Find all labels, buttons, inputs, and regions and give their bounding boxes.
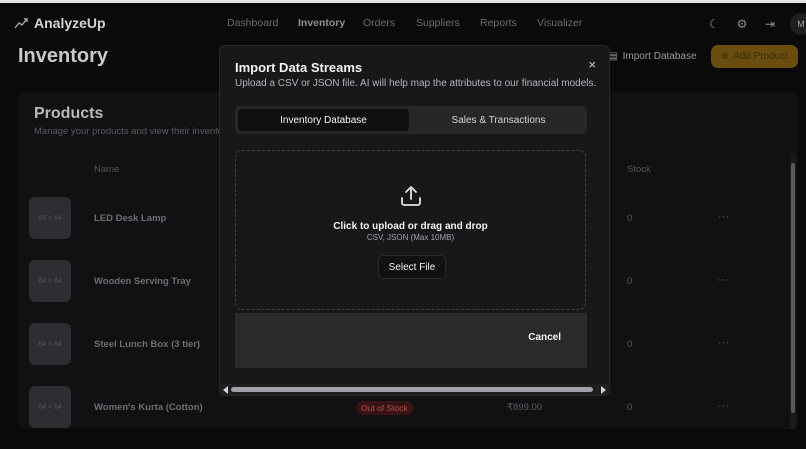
import-database-label: Import Database (622, 51, 697, 62)
products-title: Products (34, 105, 104, 122)
dropzone-file-types: CSV, JSON (Max 10MB) (366, 233, 455, 242)
column-header-name[interactable]: Name (94, 164, 119, 175)
import-database-button[interactable]: ▤ Import Database (608, 51, 696, 62)
nav-visualizer[interactable]: Visualizer (537, 17, 582, 29)
product-image-placeholder: 64 × 64 (29, 260, 71, 302)
more-icon[interactable]: ··· (718, 274, 729, 286)
nav-inventory[interactable]: Inventory (298, 17, 345, 29)
product-name: Steel Lunch Box (3 tier) (94, 339, 201, 350)
cancel-button[interactable]: Cancel (528, 332, 561, 343)
product-image-placeholder: 64 × 64 (29, 197, 71, 239)
product-stock: 0 (627, 276, 633, 287)
avatar[interactable]: M (790, 13, 806, 35)
moon-icon[interactable]: ☾ (706, 16, 722, 32)
scrollbar-thumb[interactable] (231, 387, 593, 392)
page-title: Inventory (18, 45, 109, 67)
column-header-stock[interactable]: Stock (627, 164, 651, 175)
more-icon[interactable]: ··· (718, 400, 729, 412)
nav-suppliers[interactable]: Suppliers (416, 17, 460, 29)
product-stock: 0 (627, 213, 633, 224)
scroll-left-arrow-icon[interactable] (223, 386, 228, 394)
top-nav: AnalyzeUp Dashboard Inventory Orders Sup… (0, 3, 806, 43)
tab-inventory-database[interactable]: Inventory Database (238, 109, 409, 131)
product-name: LED Desk Lamp (94, 213, 167, 224)
nav-reports[interactable]: Reports (480, 17, 517, 29)
product-stock: 0 (627, 339, 633, 350)
more-icon[interactable]: ··· (718, 211, 729, 223)
plus-icon: ⊕ (720, 51, 729, 62)
product-image-placeholder: 64 × 64 (29, 323, 71, 365)
nav-dashboard[interactable]: Dashboard (227, 17, 278, 29)
product-name: Wooden Serving Tray (94, 276, 191, 287)
header-actions: ▤ Import Database ⊕ Add Product (608, 45, 798, 68)
more-icon[interactable]: ··· (718, 337, 729, 349)
gear-icon[interactable]: ⚙ (734, 16, 750, 32)
modal-subtitle: Upload a CSV or JSON file. AI will help … (235, 78, 597, 89)
products-subtitle: Manage your products and view their inve… (34, 126, 231, 137)
product-price: ₹899.00 (507, 402, 543, 413)
product-name: Women's Kurta (Cotton) (94, 402, 203, 413)
app-name: AnalyzeUp (34, 15, 106, 31)
add-product-label: Add Product (732, 51, 788, 62)
logout-icon[interactable]: ⇥ (762, 16, 778, 32)
scroll-right-arrow-icon[interactable] (601, 386, 606, 394)
status-badge: Out of Stock (356, 401, 413, 415)
modal-footer: Cancel (235, 313, 587, 368)
nav-orders[interactable]: Orders (363, 17, 395, 29)
trend-icon (14, 18, 28, 29)
app-logo[interactable]: AnalyzeUp (14, 15, 106, 31)
tab-sales-transactions[interactable]: Sales & Transactions (413, 109, 584, 131)
page-scrollbar-thumb[interactable] (791, 163, 795, 413)
add-product-button[interactable]: ⊕ Add Product (710, 45, 798, 68)
product-stock: 0 (627, 402, 633, 413)
nav-actions: ☾ ⚙ ⇥ M (706, 13, 806, 35)
modal-title: Import Data Streams (235, 60, 363, 75)
dropzone-instructions: Click to upload or drag and drop (333, 221, 488, 232)
product-image-placeholder: 64 × 64 (29, 386, 71, 428)
import-modal: Import Data Streams Upload a CSV or JSON… (219, 45, 610, 396)
select-file-button[interactable]: Select File (378, 255, 446, 279)
file-dropzone[interactable]: Click to upload or drag and drop CSV, JS… (235, 150, 586, 310)
close-icon[interactable]: × (588, 57, 596, 72)
modal-horizontal-scrollbar[interactable] (220, 384, 609, 395)
import-tabs: Inventory Database Sales & Transactions (235, 106, 587, 134)
upload-icon (401, 186, 421, 206)
